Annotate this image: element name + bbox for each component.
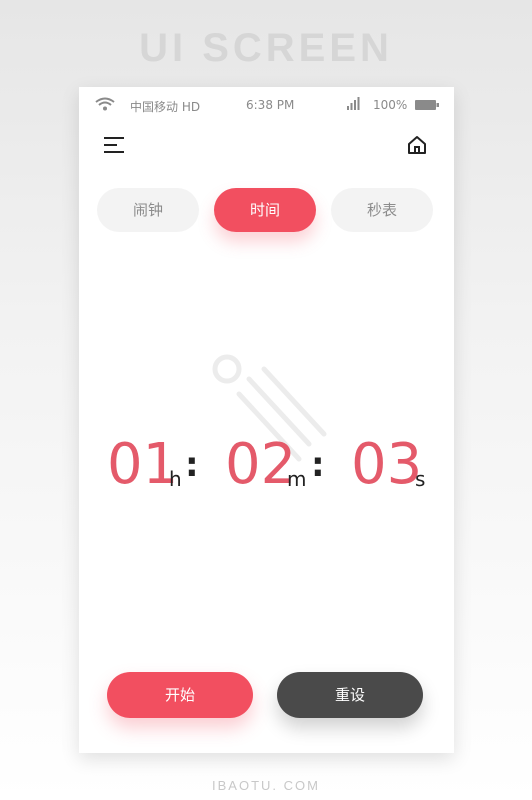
footer-watermark: IBAOTU. COM [212, 778, 320, 793]
seconds-value: 03 [351, 432, 423, 497]
mode-tabs: 闹钟 时间 秒表 [97, 188, 437, 234]
home-button[interactable] [403, 133, 431, 161]
minutes-unit: m [287, 467, 307, 491]
minutes-value: 02 [225, 432, 297, 497]
status-bar: 中国移动 HD 6:38 PM 100% [79, 87, 454, 123]
banner-title: UI SCREEN [139, 26, 393, 70]
colon-separator: : [311, 445, 325, 485]
tab-time[interactable]: 时间 [214, 188, 316, 232]
tab-alarm[interactable]: 闹钟 [97, 188, 199, 232]
home-icon [407, 135, 427, 159]
wifi-icon [95, 97, 115, 114]
menu-button[interactable] [101, 133, 129, 161]
tab-stopwatch[interactable]: 秒表 [331, 188, 433, 232]
seconds-unit: s [415, 467, 426, 491]
carrier-label: 中国移动 HD [130, 100, 201, 114]
signal-icon [347, 96, 363, 113]
hours-unit: h [169, 467, 182, 491]
start-button[interactable]: 开始 [107, 672, 253, 718]
reset-button[interactable]: 重设 [277, 672, 423, 718]
hours-value: 01 [107, 432, 179, 497]
phone-screen: 中国移动 HD 6:38 PM 100% 闹钟 时间 秒表 01 h: 02 … [79, 87, 454, 753]
status-time: 6:38 PM [246, 98, 295, 112]
time-display: 01 h : 02 m : 03 s [79, 433, 454, 503]
battery-icon [415, 99, 439, 113]
colon-separator: : [185, 445, 199, 485]
battery-percent: 100% [373, 98, 408, 112]
menu-icon [104, 137, 126, 157]
